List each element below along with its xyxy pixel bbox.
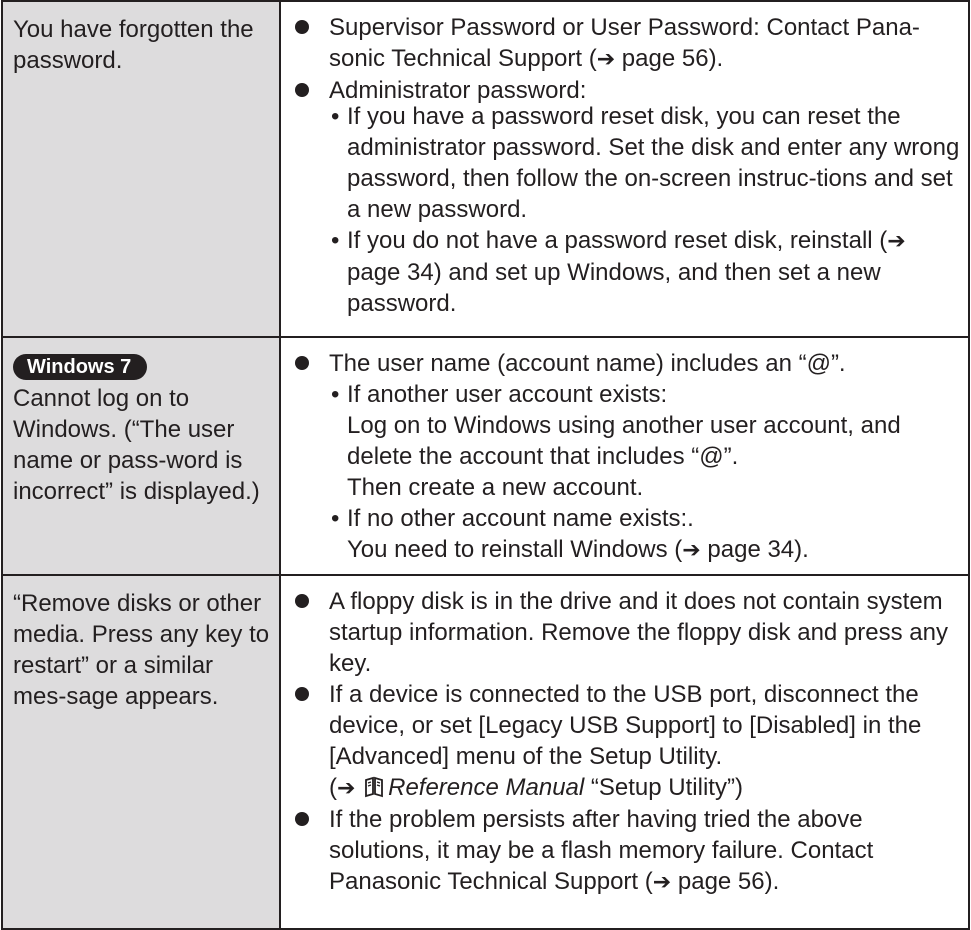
bullet-icon bbox=[295, 356, 309, 370]
sub-bullet: • bbox=[331, 103, 340, 130]
table-row: You have forgotten the password. Supervi… bbox=[1, 0, 970, 338]
sub-bullet: • bbox=[331, 505, 340, 532]
sub-item: • If you do not have a password reset di… bbox=[329, 225, 960, 319]
sub-item: • If another user account exists: Log on… bbox=[329, 379, 960, 503]
ref-open-paren: ( bbox=[329, 774, 337, 801]
sub-item-line-text: You need to reinstall Windows ( bbox=[347, 536, 683, 563]
page-reference: page 56). bbox=[671, 868, 780, 895]
arrow-icon: ➔ bbox=[887, 229, 906, 254]
troubleshooting-page: You have forgotten the password. Supervi… bbox=[0, 0, 971, 930]
arrow-icon: ➔ bbox=[596, 47, 616, 72]
sub-item-text: If you do not have a password reset disk… bbox=[347, 227, 888, 254]
sub-item-text: If another user account exists: bbox=[347, 381, 668, 408]
manual-reference: (➔ Reference Manual “Setup Utility”) bbox=[329, 772, 960, 804]
problem-cell: Windows 7 Cannot log on to Windows. (“Th… bbox=[1, 336, 281, 576]
solution-text: The user name (account name) includes an… bbox=[329, 350, 846, 377]
solution-text: Administrator password: bbox=[329, 77, 587, 104]
solution-item: The user name (account name) includes an… bbox=[289, 348, 960, 566]
page-reference: page 34). bbox=[700, 536, 809, 563]
page-reference: page 56). bbox=[615, 45, 724, 72]
book-icon bbox=[365, 776, 384, 798]
sub-item-line: Then create a new account. bbox=[347, 474, 644, 501]
bullet-icon bbox=[295, 20, 309, 34]
solution-item: Supervisor Password or User Password: Co… bbox=[289, 12, 960, 75]
solution-text: If a device is connected to the USB port… bbox=[329, 681, 922, 770]
os-badge: Windows 7 bbox=[13, 354, 148, 380]
solution-item: Administrator password: • If you have a … bbox=[289, 75, 960, 319]
arrow-icon: ➔ bbox=[337, 776, 356, 801]
sub-item-text: If you have a password reset disk, you c… bbox=[347, 103, 960, 223]
sub-item-text: If no other account name exists:. bbox=[347, 505, 694, 532]
problem-text: Cannot log on to Windows. (“The user nam… bbox=[13, 385, 260, 505]
solution-item: A floppy disk is in the drive and it doe… bbox=[289, 586, 960, 679]
solution-text: If the problem persists after having tri… bbox=[329, 806, 874, 895]
sub-item: • If you have a password reset disk, you… bbox=[329, 101, 960, 225]
solution-cell: Supervisor Password or User Password: Co… bbox=[279, 0, 970, 338]
solution-cell: A floppy disk is in the drive and it doe… bbox=[279, 574, 970, 930]
solution-text: A floppy disk is in the drive and it doe… bbox=[329, 588, 948, 677]
problem-cell: You have forgotten the password. bbox=[1, 0, 281, 338]
arrow-icon: ➔ bbox=[652, 870, 672, 895]
sub-bullet: • bbox=[331, 227, 340, 254]
sub-item-line: You need to reinstall Windows (➔ page 34… bbox=[347, 534, 960, 566]
sub-item: • If no other account name exists:. You … bbox=[329, 503, 960, 566]
reference-section: “Setup Utility”) bbox=[584, 774, 743, 801]
table-row: Windows 7 Cannot log on to Windows. (“Th… bbox=[1, 336, 970, 576]
bullet-icon bbox=[295, 594, 309, 608]
arrow-icon: ➔ bbox=[682, 538, 701, 563]
problem-text: You have forgotten the password. bbox=[13, 16, 254, 74]
solution-item: If the problem persists after having tri… bbox=[289, 804, 960, 898]
sub-item-line: Log on to Windows using another user acc… bbox=[347, 412, 901, 470]
bullet-icon bbox=[295, 83, 309, 97]
sub-bullet: • bbox=[331, 381, 340, 408]
solution-item: If a device is connected to the USB port… bbox=[289, 679, 960, 804]
problem-text: “Remove disks or other media. Press any … bbox=[13, 590, 270, 710]
table-row: “Remove disks or other media. Press any … bbox=[1, 574, 970, 930]
solution-cell: The user name (account name) includes an… bbox=[279, 336, 970, 576]
problem-cell: “Remove disks or other media. Press any … bbox=[1, 574, 281, 930]
troubleshooting-table: You have forgotten the password. Supervi… bbox=[1, 0, 970, 930]
reference-manual-title: Reference Manual bbox=[388, 774, 585, 801]
bullet-icon bbox=[295, 812, 309, 826]
page-reference: page 34) and set up Windows, and then se… bbox=[347, 259, 881, 317]
bullet-icon bbox=[295, 687, 309, 701]
